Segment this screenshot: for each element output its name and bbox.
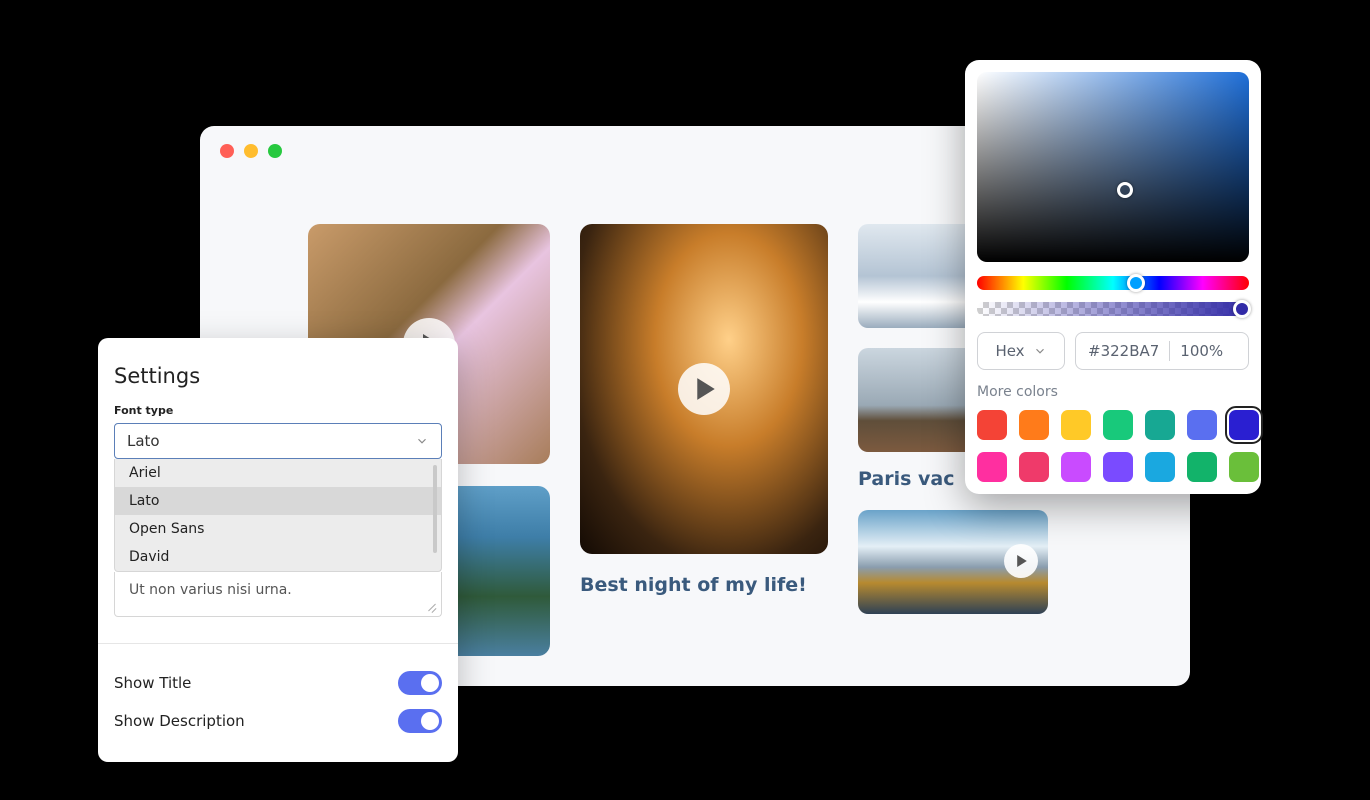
show-description-toggle[interactable] [398, 709, 442, 733]
minimize-window-icon[interactable] [244, 144, 258, 158]
font-option[interactable]: Lato [115, 487, 441, 515]
alpha-slider[interactable] [977, 302, 1249, 316]
play-icon[interactable] [1004, 544, 1038, 578]
alpha-handle[interactable] [1233, 300, 1251, 318]
color-swatch[interactable] [1187, 410, 1217, 440]
color-picker: Hex #322BA7 100% More colors [965, 60, 1261, 494]
video-tile[interactable] [580, 224, 828, 554]
show-description-label: Show Description [114, 712, 245, 730]
resize-handle-icon[interactable] [425, 600, 437, 612]
textarea-value: Ut non varius nisi urna. [129, 582, 292, 598]
hex-input[interactable]: #322BA7 100% [1075, 332, 1249, 370]
description-textarea[interactable]: Ut non varius nisi urna. [114, 572, 442, 617]
separator [1169, 341, 1170, 361]
font-options-list: Ariel Lato Open Sans David [114, 459, 442, 572]
color-swatch[interactable] [1103, 410, 1133, 440]
divider [98, 643, 458, 644]
hex-value: #322BA7 [1088, 342, 1159, 360]
font-option[interactable]: David [115, 543, 441, 571]
font-selected-value: Lato [127, 432, 160, 450]
gallery-col-center: Best night of my life! [580, 224, 828, 656]
settings-title: Settings [114, 364, 442, 388]
color-swatch[interactable] [1103, 452, 1133, 482]
opacity-value: 100% [1180, 342, 1223, 360]
color-swatch[interactable] [1187, 452, 1217, 482]
video-caption: Best night of my life! [580, 574, 828, 596]
swatch-grid [977, 410, 1249, 482]
sv-handle[interactable] [1117, 182, 1133, 198]
color-mode-label: Hex [995, 342, 1024, 360]
color-swatch[interactable] [1229, 410, 1259, 440]
maximize-window-icon[interactable] [268, 144, 282, 158]
color-swatch[interactable] [1019, 410, 1049, 440]
hue-slider[interactable] [977, 276, 1249, 290]
saturation-value-area[interactable] [977, 72, 1249, 262]
color-swatch[interactable] [977, 452, 1007, 482]
video-tile[interactable] [858, 510, 1048, 614]
font-type-select[interactable]: Lato [114, 423, 442, 459]
play-icon[interactable] [678, 363, 730, 415]
traffic-lights [220, 144, 282, 158]
color-swatch[interactable] [1061, 410, 1091, 440]
font-option[interactable]: Open Sans [115, 515, 441, 543]
color-swatch[interactable] [977, 410, 1007, 440]
close-window-icon[interactable] [220, 144, 234, 158]
color-swatch[interactable] [1019, 452, 1049, 482]
color-swatch[interactable] [1061, 452, 1091, 482]
color-swatch[interactable] [1145, 452, 1175, 482]
show-title-label: Show Title [114, 674, 191, 692]
color-swatch[interactable] [1145, 410, 1175, 440]
color-swatch[interactable] [1229, 452, 1259, 482]
font-option[interactable]: Ariel [115, 459, 441, 487]
color-mode-select[interactable]: Hex [977, 332, 1065, 370]
chevron-down-icon [415, 434, 429, 448]
hue-handle[interactable] [1127, 274, 1145, 292]
more-colors-label: More colors [977, 384, 1249, 400]
show-title-toggle[interactable] [398, 671, 442, 695]
chevron-down-icon [1033, 344, 1047, 358]
font-type-label: Font type [114, 404, 442, 417]
scrollbar[interactable] [433, 465, 437, 553]
settings-panel: Settings Font type Lato Ariel Lato Open … [98, 338, 458, 762]
